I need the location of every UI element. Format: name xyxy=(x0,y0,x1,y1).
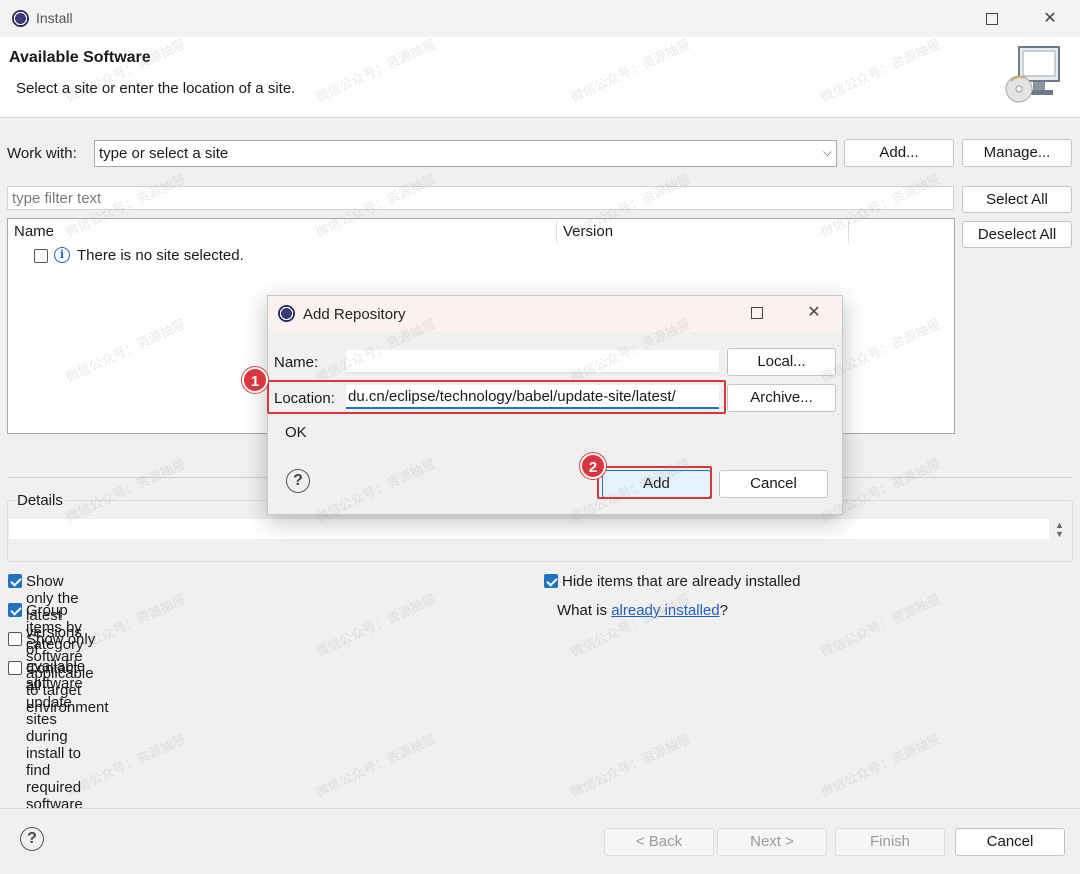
what-is-suffix: ? xyxy=(719,602,728,619)
wizard-header: Available Software Select a site or ente… xyxy=(0,37,1080,118)
work-with-label: Work with: xyxy=(7,145,77,162)
column-divider xyxy=(848,221,849,243)
page-description: Select a site or enter the location of a… xyxy=(16,80,296,97)
work-with-value: type or select a site xyxy=(99,145,229,162)
name-field[interactable] xyxy=(346,350,719,374)
info-icon: i xyxy=(54,247,70,263)
back-button[interactable]: < Back xyxy=(604,828,714,856)
watermark: 微信公众号：资源抽屉 xyxy=(568,591,693,660)
help-icon[interactable]: ? xyxy=(20,827,44,851)
watermark: 微信公众号：资源抽屉 xyxy=(818,731,943,800)
dialog-close-icon[interactable]: ✕ xyxy=(803,302,825,324)
annotation-badge-1: 1 xyxy=(242,367,268,393)
status-message: OK xyxy=(285,424,307,441)
annotation-badge-2: 2 xyxy=(580,453,606,479)
manage-button[interactable]: Manage... xyxy=(962,139,1072,167)
local-button[interactable]: Local... xyxy=(727,348,836,376)
cancel-button[interactable]: Cancel xyxy=(955,828,1065,856)
maximize-icon[interactable] xyxy=(981,8,1003,30)
select-all-button[interactable]: Select All xyxy=(962,186,1072,213)
chevron-down-icon[interactable]: ⌵ xyxy=(823,145,832,160)
watermark: 微信公众号：资源抽屉 xyxy=(818,591,943,660)
hide-installed-label: Hide items that are already installed xyxy=(562,573,801,590)
contact-all-label: Contact all update sites during install … xyxy=(26,660,83,813)
watermark: 微信公众号：资源抽屉 xyxy=(313,591,438,660)
what-is-installed-text: What is already installed? xyxy=(557,602,728,619)
footer-separator xyxy=(0,808,1080,809)
dialog-titlebar: Add Repository ✕ xyxy=(268,296,842,332)
row-checkbox[interactable] xyxy=(34,249,48,263)
window-titlebar: Install ✕ xyxy=(0,0,1080,37)
contact-all-checkbox[interactable] xyxy=(8,661,22,675)
add-highlight-box xyxy=(597,466,712,499)
group-by-category-checkbox[interactable] xyxy=(8,603,22,617)
name-label: Name: xyxy=(274,354,319,371)
next-button[interactable]: Next > xyxy=(717,828,827,856)
details-text xyxy=(9,519,1049,539)
add-site-button[interactable]: Add... xyxy=(844,139,954,167)
show-latest-checkbox[interactable] xyxy=(8,574,22,588)
show-applicable-checkbox[interactable] xyxy=(8,632,22,646)
hide-installed-checkbox[interactable] xyxy=(544,574,558,588)
window-title: Install xyxy=(36,10,73,26)
eclipse-icon xyxy=(12,10,29,27)
location-highlight-box xyxy=(267,380,726,414)
work-with-combo[interactable]: type or select a site ⌵ xyxy=(94,140,837,167)
row-text: There is no site selected. xyxy=(77,247,244,264)
archive-button[interactable]: Archive... xyxy=(727,384,836,412)
dialog-title: Add Repository xyxy=(303,306,406,323)
details-label: Details xyxy=(15,492,65,509)
close-icon[interactable]: ✕ xyxy=(1039,8,1061,30)
finish-button[interactable]: Finish xyxy=(835,828,945,856)
column-divider xyxy=(556,221,557,243)
watermark: 微信公众号：资源抽屉 xyxy=(568,731,693,800)
column-header-version[interactable]: Version xyxy=(563,223,613,240)
filter-input[interactable]: type filter text xyxy=(7,186,954,210)
filter-placeholder: type filter text xyxy=(12,190,102,207)
eclipse-icon xyxy=(278,305,295,322)
install-monitor-icon xyxy=(1005,46,1060,103)
what-is-prefix: What is xyxy=(557,602,612,619)
dialog-maximize-icon[interactable] xyxy=(746,302,768,324)
column-header-name[interactable]: Name xyxy=(14,223,54,240)
scroll-arrows-icon[interactable]: ▲ ▼ xyxy=(1055,521,1064,539)
watermark: 微信公众号：资源抽屉 xyxy=(313,731,438,800)
dialog-help-icon[interactable]: ? xyxy=(286,469,310,493)
already-installed-link[interactable]: already installed xyxy=(611,602,719,619)
dialog-cancel-button[interactable]: Cancel xyxy=(719,470,828,498)
page-title: Available Software xyxy=(9,49,151,66)
table-row[interactable]: i There is no site selected. xyxy=(8,243,948,267)
deselect-all-button[interactable]: Deselect All xyxy=(962,221,1072,248)
